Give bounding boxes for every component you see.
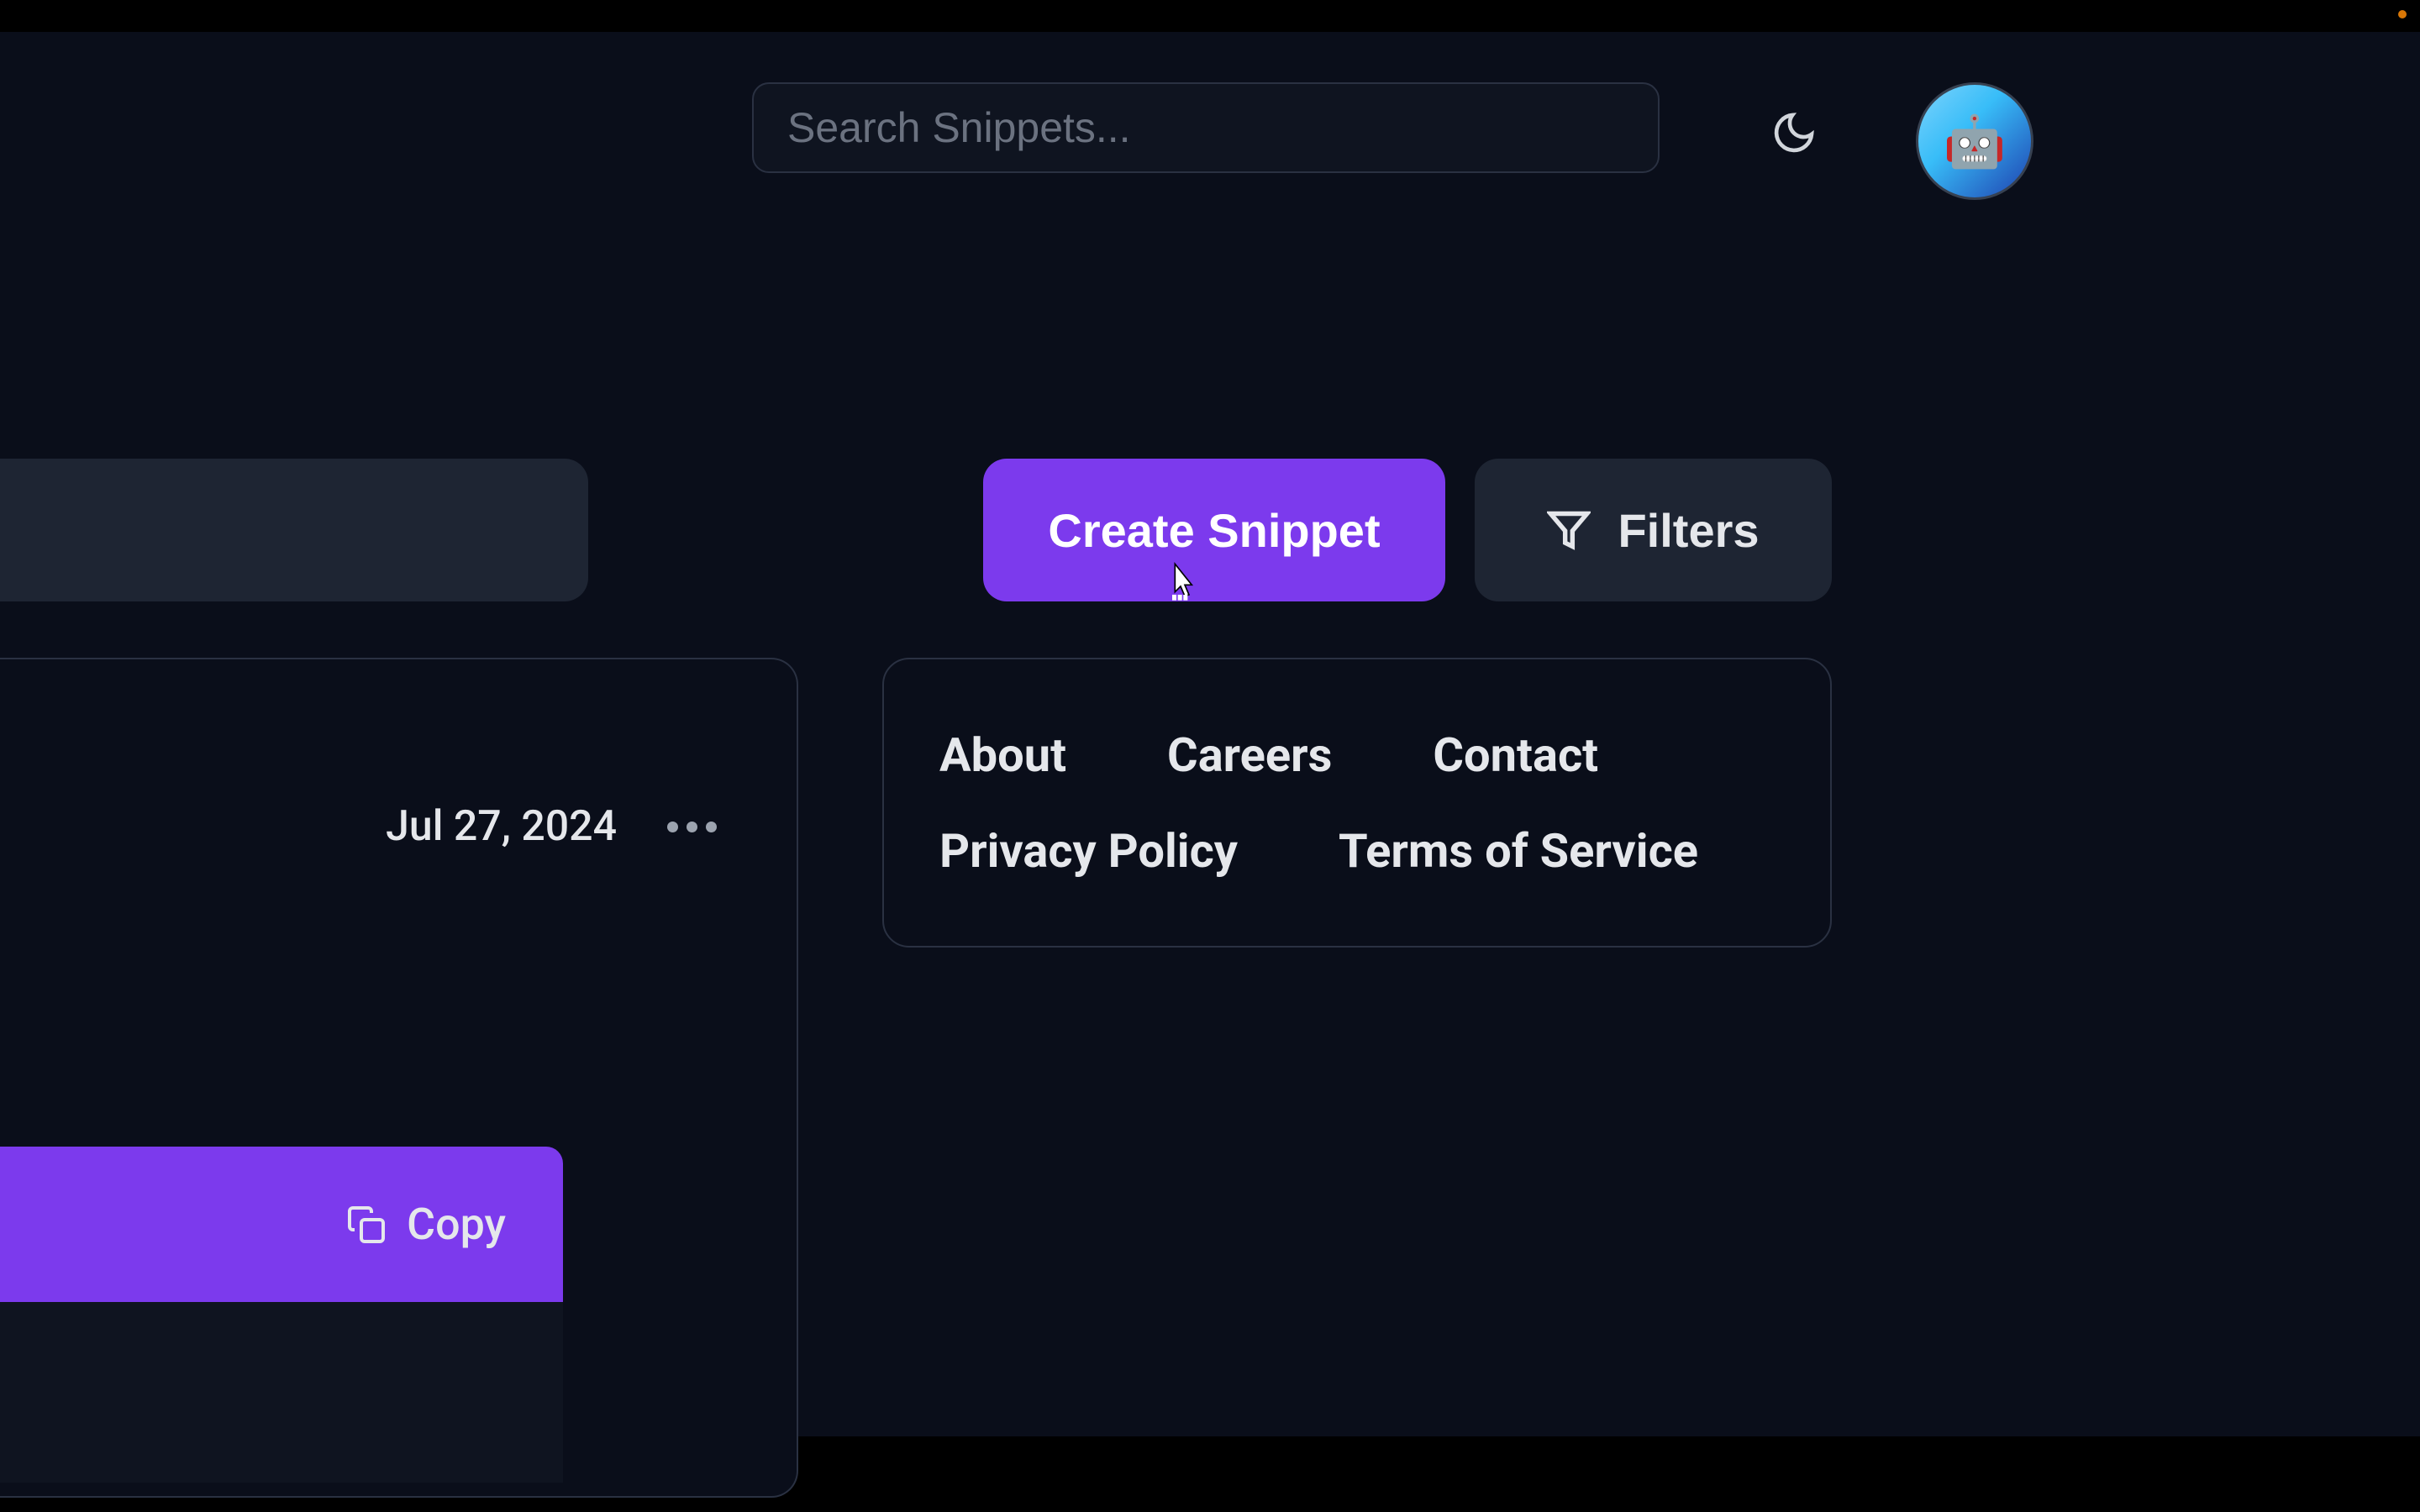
status-dot xyxy=(2398,10,2407,18)
snippet-date: Jul 27, 2024 xyxy=(386,802,617,851)
dots-icon xyxy=(667,822,678,832)
footer-links-card: About Careers Contact Privacy Policy Ter… xyxy=(882,658,1832,948)
avatar-image: 🤖 xyxy=(1918,85,2031,197)
footer-link-privacy[interactable]: Privacy Policy xyxy=(939,823,1238,879)
footer-link-contact[interactable]: Contact xyxy=(1433,727,1598,783)
code-toolbar: Copy xyxy=(0,1147,563,1302)
footer-link-careers[interactable]: Careers xyxy=(1167,727,1332,783)
more-options-button[interactable] xyxy=(667,822,717,832)
search-input[interactable] xyxy=(752,82,1660,173)
create-snippet-button[interactable]: Create Snippet xyxy=(983,459,1445,601)
filters-button[interactable]: Filters xyxy=(1475,459,1832,601)
code-area: Copy xyxy=(0,1147,563,1483)
left-partial-panel xyxy=(0,459,588,601)
footer-link-terms[interactable]: Terms of Service xyxy=(1339,823,1698,879)
dots-icon xyxy=(706,822,717,832)
search-container xyxy=(752,82,1660,173)
app-viewport: 🤖 Create Snippet Filters About Careers C… xyxy=(0,32,2420,1436)
avatar[interactable]: 🤖 xyxy=(1916,82,2033,200)
filter-icon xyxy=(1547,508,1591,552)
dots-icon xyxy=(687,822,697,832)
copy-icon xyxy=(346,1205,387,1245)
footer-link-about[interactable]: About xyxy=(939,727,1066,783)
snippet-header: Jul 27, 2024 xyxy=(386,802,717,851)
theme-toggle-button[interactable] xyxy=(1765,103,1823,162)
copy-label: Copy xyxy=(407,1199,506,1250)
moon-icon xyxy=(1770,109,1818,156)
filters-label: Filters xyxy=(1618,503,1759,558)
snippet-card: Jul 27, 2024 Copy xyxy=(0,658,798,1498)
copy-button[interactable]: Copy xyxy=(346,1199,506,1250)
